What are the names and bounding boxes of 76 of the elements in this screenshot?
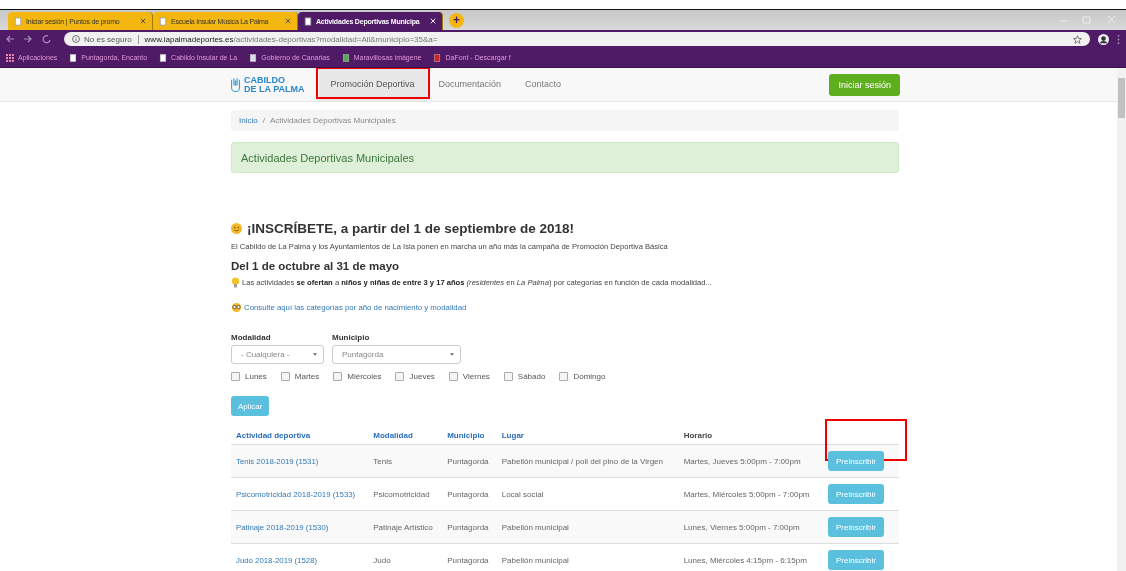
checkbox[interactable] [333,372,343,381]
window-controls-icon[interactable] [1058,15,1118,25]
logo-text: CABILDO [244,75,286,85]
checkbox[interactable] [503,372,513,381]
breadcrumb-link[interactable]: Inicio [239,116,258,125]
column-header: Horario [683,431,713,440]
table-cell: Patinaje Artístico [373,522,433,532]
subheading: Del 1 de octubre al 31 de mayo [231,260,401,272]
dropdown-field[interactable]: Puntagorda [332,345,461,364]
table-cell: Martes, Jueves 5:00pm - 7:00pm [683,456,801,466]
checkbox[interactable] [395,372,405,381]
checkbox[interactable] [280,372,290,381]
page-icon [304,16,312,26]
bookmark-icon [433,53,442,62]
table-cell: Local social [501,489,544,499]
sortable-column-header[interactable]: Actividad deportiva [236,431,311,440]
checkbox[interactable] [559,372,569,381]
breadcrumb-separator: / [262,116,265,125]
checkbox[interactable] [448,372,458,381]
checkbox-label: Viernes [462,372,490,381]
select-label: Modalidad [231,333,272,342]
logo-icon [230,77,241,92]
table-cell: Lunes, Viernes 5:00pm - 7:00pm [683,522,800,532]
page-title-alert: Actividades Deportivas Municipales [231,142,899,173]
checkbox-label: Sábado [517,372,546,381]
address-field[interactable]: No es seguro www.lapalmadeportes.es/actividades-deportivas?modalidad=All&municipio=35&a= [64,32,1090,46]
table-cell: Puntagorda [447,489,489,499]
checkbox-label: Martes [294,372,320,381]
close-icon[interactable] [140,18,146,24]
table-cell: Pabellón municipal [501,555,569,565]
star-icon[interactable] [1073,34,1082,44]
table-cell: Lunes, Miércoles 4:15pm - 6:15pm [683,555,807,565]
sortable-column-header[interactable]: Municipio [447,431,485,440]
checkbox-label: Jueves [409,372,435,381]
avatar-icon[interactable] [1098,33,1109,45]
nav-link[interactable]: Documentación [426,68,514,101]
close-icon[interactable] [285,18,291,24]
breadcrumb-current: Actividades Deportivas Municipales [269,116,396,125]
bookmark-icon [341,53,350,62]
page-icon [159,16,167,26]
table-cell: Psicomotricidad [373,489,430,499]
caret-icon [313,353,317,356]
dropdown-field[interactable]: - Cualquiera - [231,345,324,364]
table-cell: Pabellón municipal [501,522,569,532]
sortable-column-header[interactable]: Lugar [501,431,524,440]
bookmark-icon [249,53,258,62]
info-icon[interactable] [72,35,80,43]
smiley-icon [231,223,242,234]
table-cell: Puntagorda [447,522,489,532]
checkbox-label: Lunes [245,372,267,381]
login-button[interactable]: Iniciar sesión [829,73,900,96]
scrollbar[interactable] [1117,68,1126,571]
checkbox-label: Miércoles [347,372,382,381]
table-cell: Judo [373,555,391,565]
logo-text: DE LA PALMA [244,84,305,94]
table-cell: Pabellón municipal / poli del pino de la Virgen [501,456,663,466]
page-icon [14,16,22,26]
glasses-icon [231,302,242,313]
table-cell: Puntagorda [447,555,489,565]
nav-link[interactable]: Promoción Deportiva [318,68,427,101]
checkbox-label: Domingo [573,372,606,381]
menu-icon[interactable] [1117,33,1120,45]
table-cell: Tenis [373,456,392,466]
bookmark-icon [69,53,78,62]
nav-link[interactable]: Contacto [513,68,574,101]
select-label: Municipio [332,333,371,342]
table-cell: Martes, Miércoles 5:00pm - 7:00pm [683,489,810,499]
bookmark-icon [159,53,168,62]
apps-grid-icon [6,53,14,62]
table-cell: Puntagorda [447,456,489,466]
sortable-column-header[interactable]: Modalidad [373,431,413,440]
checkbox[interactable] [231,372,240,381]
caret-icon [450,353,454,356]
heading: ¡INSCRÍBETE, a partir del 1 de septiembre de 2018! [247,221,575,236]
new-tab-button[interactable]: + [449,13,464,28]
lightbulb-icon [231,277,240,288]
